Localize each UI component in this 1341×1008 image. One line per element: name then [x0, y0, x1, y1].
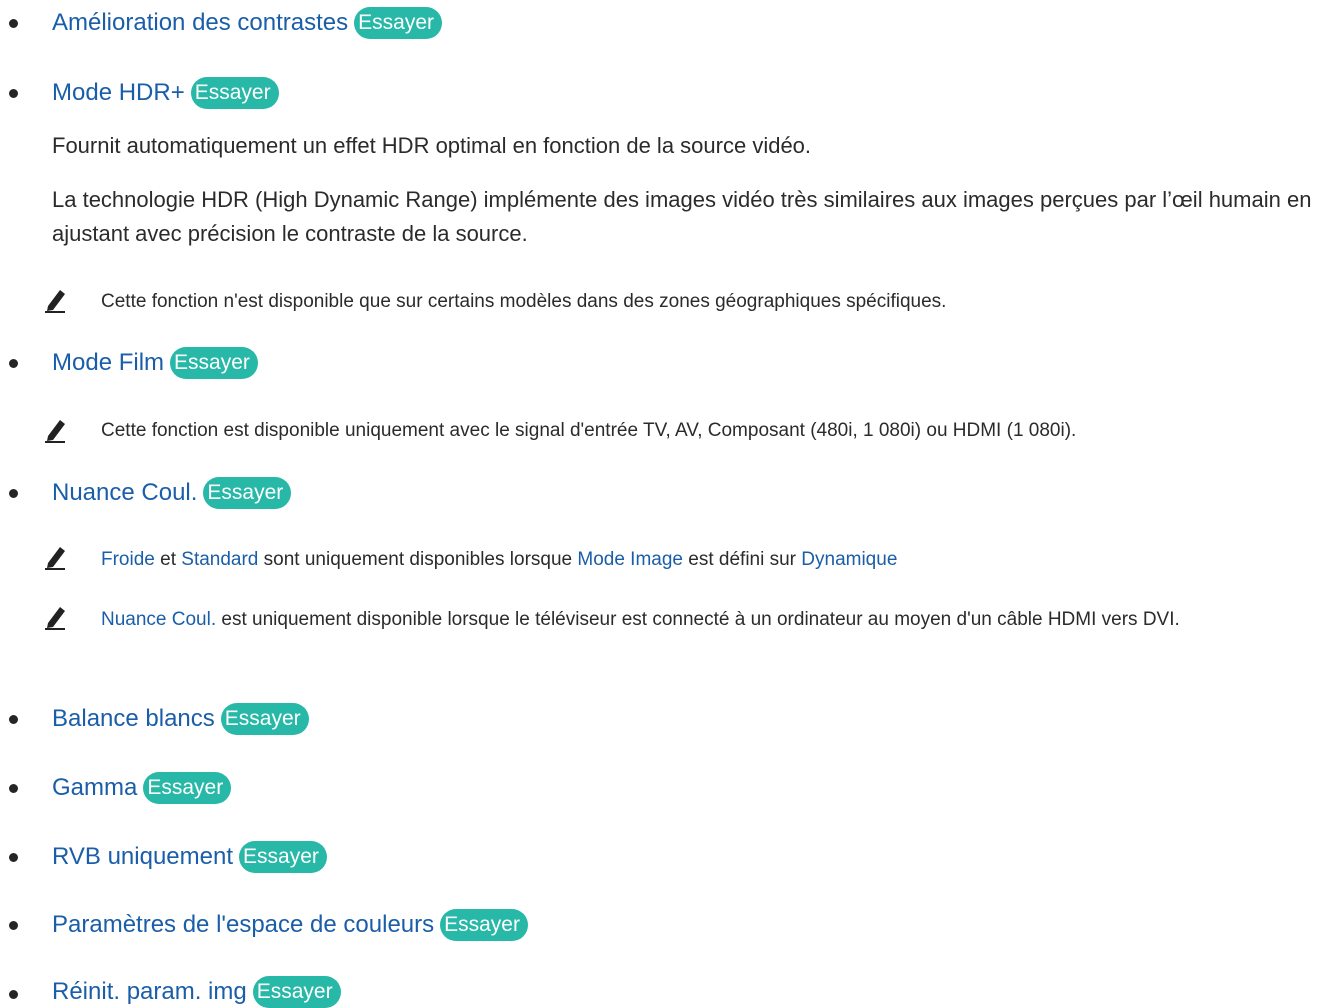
keyword-link[interactable]: Nuance Coul.	[101, 609, 216, 630]
try-button[interactable]: Essayer	[170, 347, 258, 379]
bullet-icon	[9, 19, 18, 28]
try-button[interactable]: Essayer	[252, 976, 341, 1008]
try-button[interactable]: Essayer	[354, 7, 443, 39]
item-heading[interactable]: RVB uniquement Essayer	[52, 841, 327, 873]
bullet-icon	[9, 489, 18, 498]
item-label: Balance blancs	[52, 705, 215, 732]
item-heading[interactable]: Paramètres de l'espace de couleurs Essay…	[52, 909, 528, 941]
try-button[interactable]: Essayer	[203, 477, 292, 509]
item-heading[interactable]: Mode HDR+ Essayer	[52, 77, 279, 109]
pencil-icon	[45, 290, 65, 313]
note-text: est uniquement disponible lorsque le tél…	[216, 609, 1180, 630]
item-label: Réinit. param. img	[52, 978, 247, 1005]
hdr-description-2: La technologie HDR (High Dynamic Range) …	[52, 187, 1312, 246]
try-button[interactable]: Essayer	[143, 772, 232, 804]
note-text: et	[154, 549, 182, 570]
item-heading[interactable]: Mode Film Essayer	[52, 347, 258, 379]
note-film: Cette fonction est disponible uniquement…	[101, 420, 1077, 441]
keyword-link[interactable]: Standard	[181, 549, 258, 570]
pencil-icon	[45, 420, 65, 443]
item-label: Mode Film	[52, 349, 165, 376]
bullet-icon	[9, 784, 18, 793]
item-label: RVB uniquement	[52, 843, 234, 870]
keyword-link[interactable]: Froide	[101, 549, 155, 570]
note-nuance-2: Nuance Coul. est uniquement disponible l…	[101, 602, 1333, 638]
item-heading[interactable]: Nuance Coul. Essayer	[52, 477, 292, 509]
bullet-icon	[9, 990, 18, 999]
item-label: Nuance Coul.	[52, 479, 198, 506]
try-button[interactable]: Essayer	[239, 841, 327, 873]
try-button[interactable]: Essayer	[220, 703, 309, 735]
note-nuance-1: Froide et Standard sont uniquement dispo…	[101, 542, 1333, 578]
note-hdr: Cette fonction n'est disponible que sur …	[101, 291, 947, 312]
item-label: Mode HDR+	[52, 79, 185, 106]
bullet-icon	[9, 715, 18, 724]
bullet-icon	[9, 89, 18, 98]
note-text: sont uniquement disponibles lorsque	[258, 549, 578, 570]
item-heading[interactable]: Amélioration des contrastes Essayer	[52, 7, 443, 39]
try-button[interactable]: Essayer	[190, 77, 279, 109]
pencil-icon	[45, 607, 65, 630]
item-label: Gamma	[52, 774, 138, 801]
item-heading[interactable]: Gamma Essayer	[52, 772, 232, 804]
item-label: Paramètres de l'espace de couleurs	[52, 911, 435, 938]
pencil-icon	[45, 547, 65, 570]
bullet-icon	[9, 853, 18, 862]
item-heading[interactable]: Réinit. param. img Essayer	[52, 976, 341, 1008]
note-text: est défini sur	[683, 549, 802, 570]
bullet-icon	[9, 359, 18, 368]
hdr-description-1: Fournit automatiquement un effet HDR opt…	[52, 133, 812, 158]
item-heading[interactable]: Balance blancs Essayer	[52, 703, 309, 735]
keyword-link[interactable]: Mode Image	[577, 549, 683, 570]
item-label: Amélioration des contrastes	[52, 9, 349, 36]
keyword-link[interactable]: Dynamique	[801, 549, 897, 570]
bullet-icon	[9, 921, 18, 930]
try-button[interactable]: Essayer	[440, 909, 528, 941]
